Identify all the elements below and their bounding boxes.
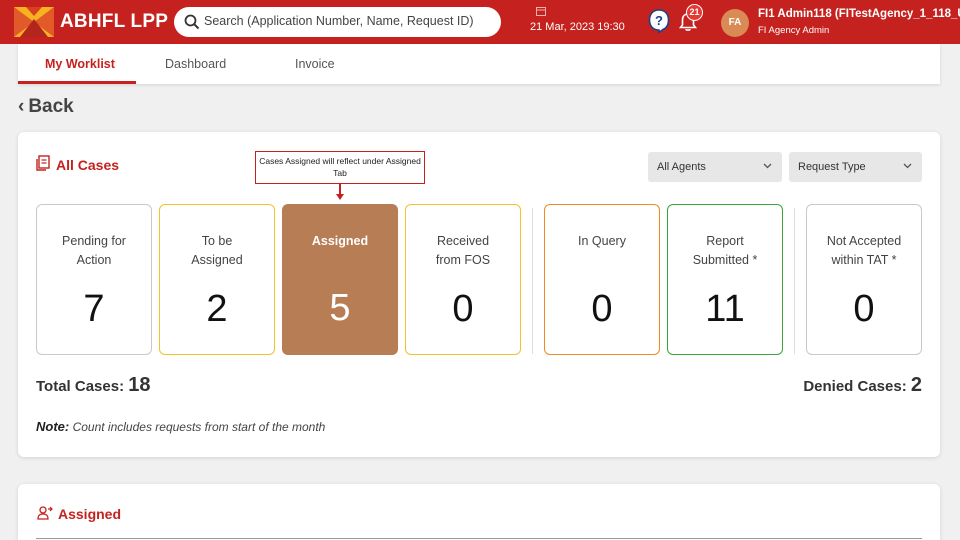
stat-label: Assigned <box>311 234 369 248</box>
request-type-filter-value: Request Type <box>798 161 866 173</box>
stat-card-report-submitted[interactable]: Report Submitted * 11 <box>667 204 783 355</box>
stat-value: 11 <box>705 288 745 330</box>
tab-my-worklist[interactable]: My Worklist <box>45 57 115 71</box>
user-assign-icon <box>37 506 53 520</box>
stat-value: 7 <box>83 288 105 330</box>
denied-cases: Denied Cases: 2 <box>803 374 922 397</box>
stat-card-to-be-assigned[interactable]: To be Assigned 2 <box>159 204 275 355</box>
divider <box>794 208 795 354</box>
svg-text:?: ? <box>655 13 663 28</box>
top-header: ABHFL LPP Search (Application Number, Na… <box>0 0 960 44</box>
app-title[interactable]: ABHFL LPP <box>60 11 168 33</box>
total-cases-label: Total Cases: <box>36 378 125 395</box>
active-tab-indicator <box>18 81 136 84</box>
search-bar[interactable]: Search (Application Number, Name, Reques… <box>174 7 501 37</box>
stat-value: 0 <box>591 288 613 330</box>
avatar[interactable]: FA <box>721 9 749 37</box>
search-icon <box>184 14 200 30</box>
back-button[interactable]: ‹ Back <box>18 96 74 118</box>
stat-card-in-query[interactable]: In Query 0 <box>544 204 660 355</box>
stat-value: 2 <box>206 288 228 330</box>
stat-label: In Query <box>578 234 626 248</box>
tab-invoice[interactable]: Invoice <box>295 57 335 71</box>
divider <box>532 208 533 354</box>
stat-label: Not Accepted within TAT * <box>826 234 902 267</box>
annotation-callout: Cases Assigned will reflect under Assign… <box>255 151 425 184</box>
logo-icon[interactable] <box>14 7 54 37</box>
agents-filter-value: All Agents <box>657 161 706 173</box>
chevron-down-icon <box>903 163 912 169</box>
search-input[interactable]: Search (Application Number, Name, Reques… <box>204 14 474 28</box>
divider <box>36 538 922 539</box>
stat-value: 0 <box>853 288 875 330</box>
stat-label: To be Assigned <box>191 234 243 267</box>
calendar-icon <box>536 7 546 16</box>
back-label: Back <box>28 96 74 117</box>
note-text: Count includes requests from start of th… <box>72 420 326 434</box>
stat-card-received-from-fos[interactable]: Received from FOS 0 <box>405 204 521 355</box>
tab-dashboard[interactable]: Dashboard <box>165 57 226 71</box>
agents-filter[interactable]: All Agents <box>648 152 782 182</box>
assigned-section-card: Assigned <box>18 484 940 540</box>
stat-card-assigned[interactable]: Assigned 5 <box>282 204 398 355</box>
assigned-section-title: Assigned <box>58 506 122 522</box>
count-note: Note: Count includes requests from start… <box>36 419 325 434</box>
stat-card-not-accepted-within-tat[interactable]: Not Accepted within TAT * 0 <box>806 204 922 355</box>
user-role: FI Agency Admin <box>758 25 830 36</box>
callout-arrow <box>336 194 344 200</box>
document-icon <box>36 155 50 171</box>
stat-card-pending-for-action[interactable]: Pending for Action 7 <box>36 204 152 355</box>
denied-cases-label: Denied Cases: <box>803 378 907 395</box>
total-cases-value: 18 <box>128 374 151 396</box>
user-name[interactable]: FI1 Admin118 (FITestAgency_1_118_User <box>758 8 960 20</box>
denied-cases-value: 2 <box>910 374 922 396</box>
note-label: Note: <box>36 419 70 434</box>
total-cases: Total Cases: 18 <box>36 374 151 397</box>
chevron-down-icon <box>763 163 772 169</box>
stat-label: Received from FOS <box>435 234 491 267</box>
all-cases-title: All Cases <box>56 157 120 173</box>
notification-count-badge[interactable]: 21 <box>686 4 703 21</box>
all-cases-card: All Cases Cases Assigned will reflect un… <box>18 132 940 457</box>
request-type-filter[interactable]: Request Type <box>789 152 922 182</box>
current-datetime: 21 Mar, 2023 19:30 <box>530 21 625 33</box>
stat-label: Pending for Action <box>62 234 126 267</box>
help-icon[interactable]: ? <box>648 9 670 33</box>
nav-tabs: My Worklist Dashboard Invoice <box>18 44 940 84</box>
stat-label: Report Submitted * <box>692 234 758 267</box>
stat-value: 5 <box>329 287 351 329</box>
stat-value: 0 <box>452 288 474 330</box>
chevron-left-icon: ‹ <box>18 96 25 117</box>
